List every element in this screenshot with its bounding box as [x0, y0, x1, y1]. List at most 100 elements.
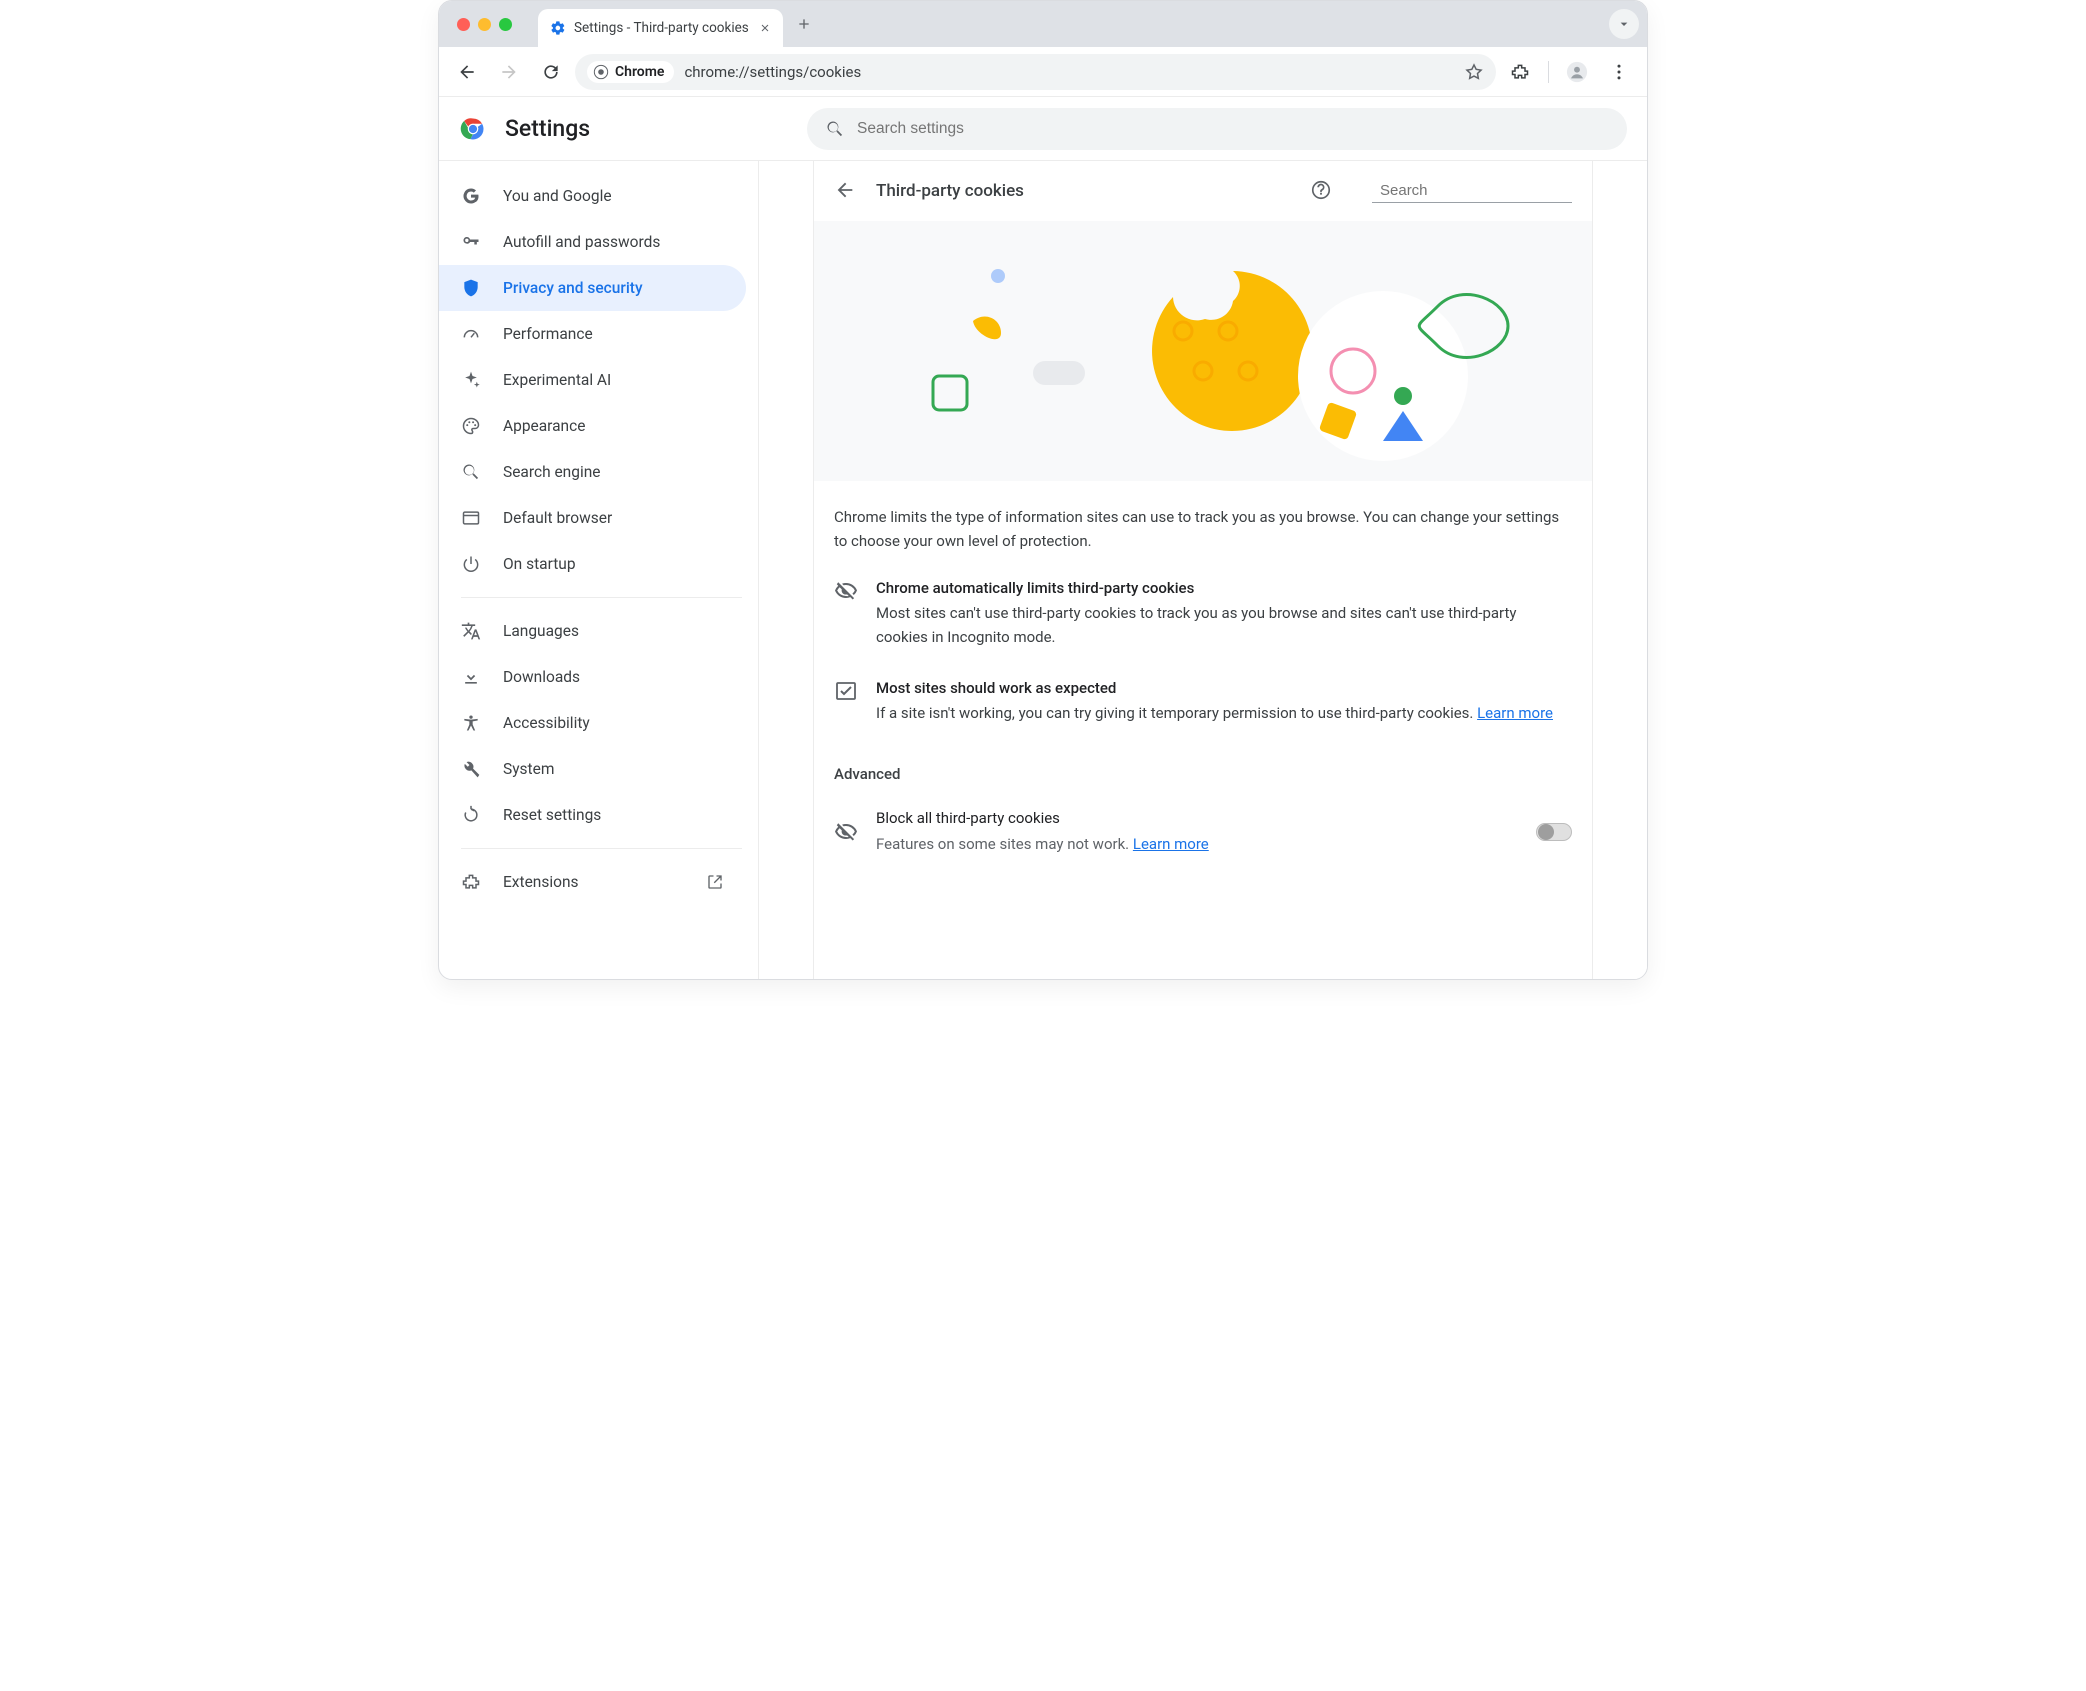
info-block-sites-work: Most sites should work as expected If a …	[814, 663, 1592, 740]
sidebar-item-label: Default browser	[503, 509, 612, 527]
block-all-cookies-toggle[interactable]	[1536, 823, 1572, 841]
sidebar-item-experimental-ai[interactable]: Experimental AI	[439, 357, 746, 403]
settings-content: Third-party cookies	[759, 161, 1647, 979]
advanced-label: Advanced	[814, 739, 1592, 793]
new-tab-button[interactable]	[789, 9, 819, 39]
page-subheader: Third-party cookies	[814, 161, 1592, 221]
nav-back-button[interactable]	[449, 54, 485, 90]
info-body: If a site isn't working, you can try giv…	[876, 702, 1553, 725]
sidebar-divider	[461, 848, 742, 849]
omnibox-origin-chip: Chrome	[587, 61, 674, 83]
info-title: Most sites should work as expected	[876, 677, 1553, 700]
browser-tabstrip: Settings - Third-party cookies	[439, 1, 1647, 47]
sidebar-item-label: Extensions	[503, 873, 579, 891]
visibility-off-icon	[834, 579, 858, 603]
settings-sidebar: You and Google Autofill and passwords Pr…	[439, 161, 759, 979]
visibility-off-icon	[834, 820, 858, 844]
chrome-logo-icon	[459, 115, 487, 143]
page-title: Third-party cookies	[876, 181, 1024, 201]
sidebar-item-on-startup[interactable]: On startup	[439, 541, 746, 587]
sidebar-divider	[461, 597, 742, 598]
browser-window-icon	[461, 508, 481, 528]
profile-button[interactable]	[1559, 54, 1595, 90]
browser-tab-title: Settings - Third-party cookies	[574, 20, 749, 36]
sidebar-item-label: Accessibility	[503, 714, 590, 732]
window-zoom-button[interactable]	[499, 18, 512, 31]
key-icon	[461, 232, 481, 252]
page-search-input[interactable]	[1380, 182, 1579, 199]
reset-icon	[461, 805, 481, 825]
page-search[interactable]	[1372, 180, 1572, 203]
checkbox-checked-icon	[834, 679, 858, 703]
settings-title: Settings	[505, 115, 590, 142]
sidebar-item-system[interactable]: System	[439, 746, 746, 792]
sidebar-item-label: Experimental AI	[503, 371, 611, 389]
google-g-icon	[461, 186, 481, 206]
sidebar-item-label: Downloads	[503, 668, 580, 686]
sidebar-item-label: You and Google	[503, 187, 612, 205]
sidebar-item-languages[interactable]: Languages	[439, 608, 746, 654]
wrench-icon	[461, 759, 481, 779]
sidebar-item-default-browser[interactable]: Default browser	[439, 495, 746, 541]
help-icon[interactable]	[1310, 179, 1334, 203]
sidebar-item-privacy[interactable]: Privacy and security	[439, 265, 746, 311]
hero-illustration	[814, 221, 1592, 481]
page-intro: Chrome limits the type of information si…	[814, 481, 1592, 563]
extensions-button[interactable]	[1502, 54, 1538, 90]
tab-search-button[interactable]	[1609, 9, 1639, 39]
browser-toolbar: Chrome chrome://settings/cookies	[439, 47, 1647, 97]
option-title: Block all third-party cookies	[876, 807, 1518, 830]
accessibility-icon	[461, 713, 481, 733]
settings-search-input[interactable]	[857, 120, 1609, 138]
option-desc: Features on some sites may not work. Lea…	[876, 833, 1518, 856]
sidebar-item-label: System	[503, 760, 554, 778]
window-minimize-button[interactable]	[478, 18, 491, 31]
search-icon	[461, 462, 481, 482]
bookmark-star-icon[interactable]	[1464, 62, 1484, 82]
sidebar-item-label: Appearance	[503, 417, 585, 435]
nav-forward-button[interactable]	[491, 54, 527, 90]
sidebar-item-label: Performance	[503, 325, 593, 343]
sidebar-item-search-engine[interactable]: Search engine	[439, 449, 746, 495]
sidebar-item-you-and-google[interactable]: You and Google	[439, 173, 746, 219]
chrome-icon	[593, 64, 609, 80]
search-icon	[825, 119, 845, 139]
sidebar-item-label: On startup	[503, 555, 576, 573]
info-title: Chrome automatically limits third-party …	[876, 577, 1572, 600]
close-icon[interactable]	[757, 20, 773, 36]
sidebar-item-reset[interactable]: Reset settings	[439, 792, 746, 838]
sidebar-item-downloads[interactable]: Downloads	[439, 654, 746, 700]
gear-icon	[550, 20, 566, 36]
sidebar-item-appearance[interactable]: Appearance	[439, 403, 746, 449]
omnibox-url: chrome://settings/cookies	[684, 63, 861, 81]
power-icon	[461, 554, 481, 574]
sidebar-item-performance[interactable]: Performance	[439, 311, 746, 357]
shield-icon	[461, 278, 481, 298]
option-block-all-cookies: Block all third-party cookies Features o…	[814, 793, 1592, 880]
settings-search[interactable]	[807, 108, 1627, 150]
translate-icon	[461, 621, 481, 641]
window-close-button[interactable]	[457, 18, 470, 31]
open-external-icon	[706, 873, 724, 891]
omnibox[interactable]: Chrome chrome://settings/cookies	[575, 54, 1496, 90]
window-controls	[457, 18, 512, 31]
omnibox-chip-label: Chrome	[615, 64, 664, 80]
info-body: Most sites can't use third-party cookies…	[876, 602, 1572, 649]
settings-header: Settings	[439, 97, 1647, 161]
back-button[interactable]	[834, 179, 858, 203]
sidebar-item-label: Autofill and passwords	[503, 233, 660, 251]
learn-more-link[interactable]: Learn more	[1133, 835, 1209, 853]
sidebar-item-extensions[interactable]: Extensions	[439, 859, 746, 905]
info-block-auto-limits: Chrome automatically limits third-party …	[814, 563, 1592, 663]
sidebar-item-accessibility[interactable]: Accessibility	[439, 700, 746, 746]
browser-menu-button[interactable]	[1601, 54, 1637, 90]
learn-more-link[interactable]: Learn more	[1477, 704, 1553, 722]
sidebar-item-label: Privacy and security	[503, 279, 643, 297]
sidebar-item-autofill[interactable]: Autofill and passwords	[439, 219, 746, 265]
sidebar-item-label: Reset settings	[503, 806, 601, 824]
extension-icon	[461, 872, 481, 892]
browser-tab[interactable]: Settings - Third-party cookies	[538, 9, 783, 47]
download-icon	[461, 667, 481, 687]
palette-icon	[461, 416, 481, 436]
nav-reload-button[interactable]	[533, 54, 569, 90]
